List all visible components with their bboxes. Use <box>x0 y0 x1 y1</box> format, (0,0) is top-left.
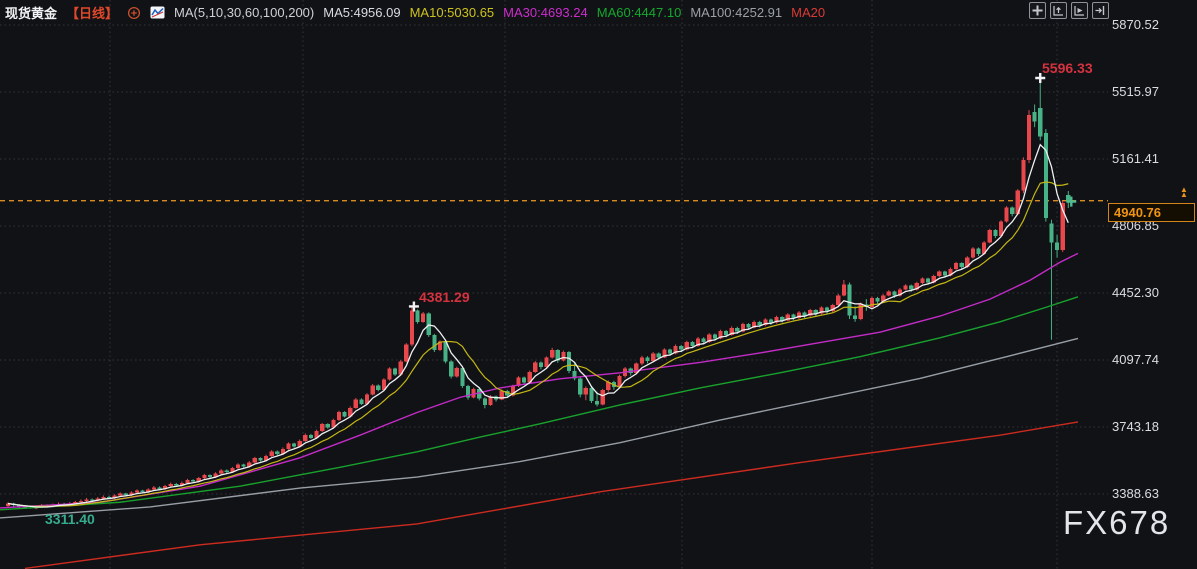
ma5-value-label: MA5:4956.09 <box>323 5 400 20</box>
timeframe-label: 【日线】 <box>66 3 118 22</box>
chart-header: 现货黄金 【日线】 MA(5,10,30,60,100,200) MA5:495… <box>5 3 825 22</box>
ma30-value-label: MA30:4693.24 <box>503 5 588 20</box>
go-to-latest-button[interactable] <box>1092 2 1109 19</box>
annotation-local-high-price: 4381.29 <box>419 289 470 305</box>
chart-toolbar <box>1029 2 1109 19</box>
ma60-line <box>0 297 1078 510</box>
ma100-value-label: MA100:4252.91 <box>690 5 782 20</box>
ma5-line <box>8 145 1068 507</box>
circle-plus-icon[interactable] <box>127 6 141 20</box>
annotation-high-price: 5596.33 <box>1042 60 1093 76</box>
y-axis-label: 4097.74 <box>1112 352 1159 367</box>
y-axis-label: 5161.41 <box>1112 151 1159 166</box>
reset-price-scale-button[interactable] <box>1050 2 1067 19</box>
ma200-line <box>25 422 1078 568</box>
ma10-value-label: MA10:5030.65 <box>410 5 495 20</box>
chart-window: 现货黄金 【日线】 MA(5,10,30,60,100,200) MA5:495… <box>0 0 1197 569</box>
price-axis[interactable]: 5870.525515.975161.414806.854452.304097.… <box>1112 0 1197 569</box>
ma-lines <box>0 145 1078 569</box>
ma30-line <box>0 253 1078 508</box>
ma-settings-label: MA(5,10,30,60,100,200) <box>174 5 314 20</box>
y-axis-label: 5870.52 <box>1112 17 1159 32</box>
ma60-value-label: MA60:4447.10 <box>597 5 682 20</box>
y-axis-label: 4452.30 <box>1112 285 1159 300</box>
mini-line-chart-icon[interactable] <box>150 6 165 19</box>
candlestick-chart[interactable] <box>0 0 1197 569</box>
candles <box>6 77 1070 509</box>
grid-lines <box>0 0 1108 569</box>
y-axis-label: 3388.63 <box>1112 486 1159 501</box>
ma200-value-label: MA20 <box>791 5 825 20</box>
crosshair-move-button[interactable] <box>1029 2 1046 19</box>
markers <box>409 73 1076 311</box>
y-axis-label: 5515.97 <box>1112 84 1159 99</box>
last-price-badge: 4940.76 <box>1108 203 1195 222</box>
symbol-title: 现货黄金 <box>5 3 57 22</box>
auto-scale-button[interactable] <box>1071 2 1088 19</box>
y-axis-label: 3743.18 <box>1112 419 1159 434</box>
annotation-low-price: 3311.40 <box>45 511 95 527</box>
price-alert-arrows-icon: ▲▲ <box>1180 187 1188 197</box>
